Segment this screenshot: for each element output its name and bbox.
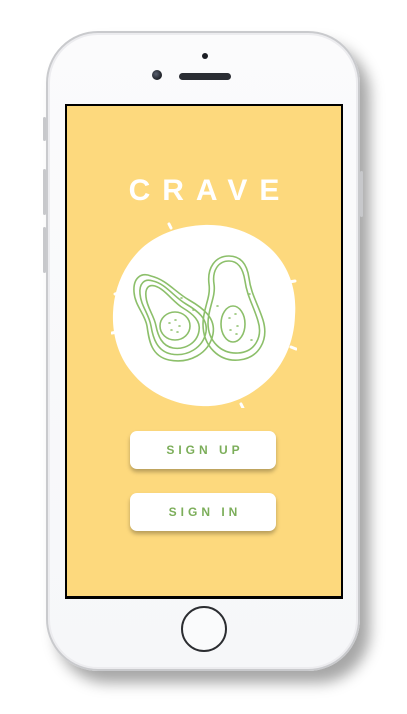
avocado-icon	[111, 222, 297, 408]
screen: CRAVE SIGN UP SIGN IN	[65, 104, 343, 599]
volume-up-button	[43, 169, 46, 215]
power-button	[360, 171, 363, 217]
phone-frame: CRAVE SIGN UP SIGN IN	[43, 31, 363, 671]
mute-switch	[43, 117, 46, 141]
sign-up-button[interactable]: SIGN UP	[130, 431, 276, 469]
front-camera	[152, 70, 162, 80]
app-title: CRAVE	[128, 174, 292, 207]
proximity-sensor	[202, 53, 208, 59]
volume-down-button	[43, 227, 46, 273]
home-button[interactable]	[181, 606, 227, 652]
sign-in-button[interactable]: SIGN IN	[130, 493, 276, 531]
app-screen: CRAVE SIGN UP SIGN IN	[67, 106, 341, 596]
earpiece-speaker	[179, 73, 231, 80]
